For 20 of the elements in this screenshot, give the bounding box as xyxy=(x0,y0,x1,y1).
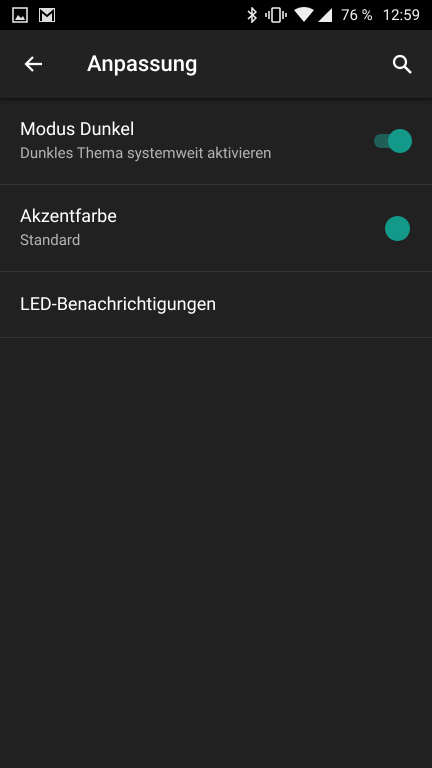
battery-level: 76 % xyxy=(341,4,373,26)
clock: 12:59 xyxy=(382,4,420,26)
mail-icon xyxy=(38,7,56,23)
search-button[interactable] xyxy=(390,52,414,76)
wifi-icon xyxy=(293,7,316,23)
settings-item[interactable]: Akzentfarbe Standard xyxy=(0,185,432,272)
setting-summary: Dunkles Thema systemweit aktivieren xyxy=(20,143,272,164)
image-icon xyxy=(12,7,28,23)
vibrate-icon xyxy=(265,7,288,23)
setting-title: Akzentfarbe xyxy=(20,205,118,229)
screen-title: Anpassung xyxy=(87,50,198,78)
signal-icon xyxy=(317,7,334,23)
settings-item[interactable]: LED-Benachrichtigungen xyxy=(0,272,432,338)
bluetooth-icon xyxy=(247,7,258,23)
setting-title: LED-Benachrichtigungen xyxy=(20,292,218,316)
settings-item[interactable]: Modus Dunkel Dunkles Thema systemweit aktivieren xyxy=(0,98,432,185)
search-icon xyxy=(390,52,414,76)
setting-title: Modus Dunkel xyxy=(20,118,136,142)
setting-summary: Standard xyxy=(20,230,82,251)
toggle-switch[interactable] xyxy=(372,129,410,153)
